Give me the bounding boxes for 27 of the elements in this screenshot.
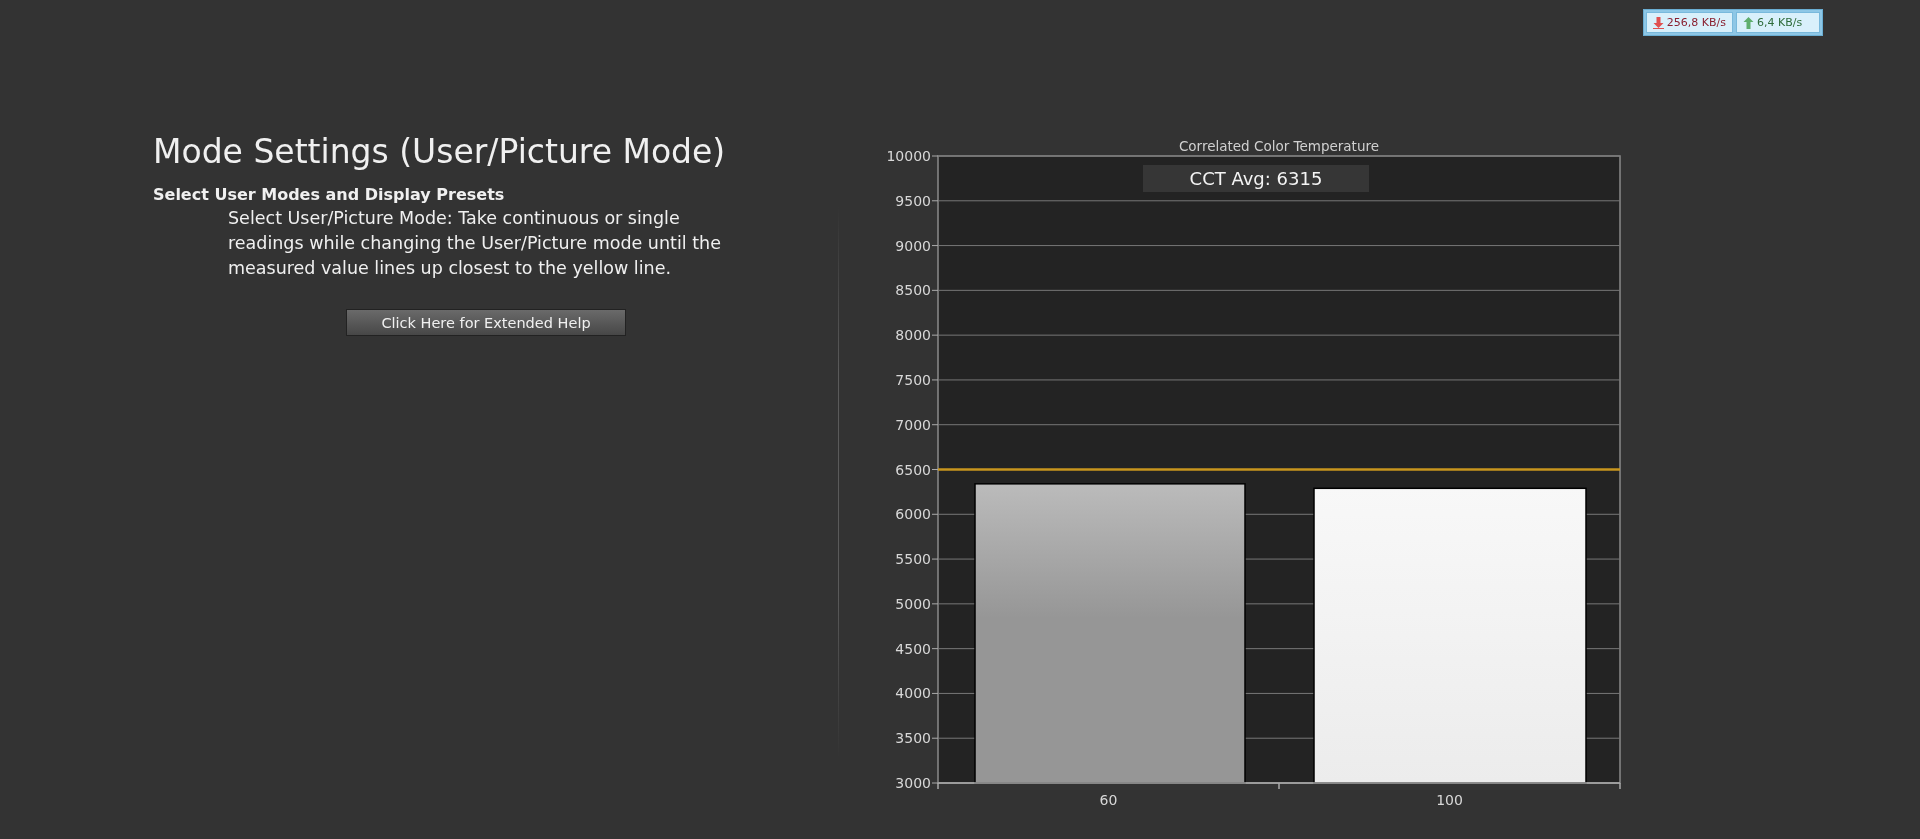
down-arrow-icon	[1652, 16, 1664, 29]
x-tick-label: 60	[1099, 792, 1118, 808]
y-tick-label: 6500	[895, 461, 931, 478]
y-tick-label: 8500	[895, 282, 931, 299]
chart-title: Correlated Color Temperature	[1178, 138, 1380, 154]
up-arrow-icon	[1743, 16, 1754, 29]
y-tick-label: 9500	[895, 192, 931, 209]
download-speed: 256,8 KB/s	[1645, 12, 1733, 33]
section-heading: Select User Modes and Display Presets	[153, 185, 506, 204]
description-text: Select User/Picture Mode: Take continuous or single readings while changing the User/Picture mode until the measured value lines up closest to the yellow line.	[228, 207, 722, 280]
y-tick-label: 5000	[895, 595, 931, 612]
x-tick-label: 100	[1436, 792, 1463, 808]
y-tick-label: 9000	[895, 237, 931, 254]
y-tick-label: 5500	[895, 551, 931, 568]
y-tick-label: 4000	[895, 685, 931, 702]
y-tick-label: 3500	[895, 730, 931, 747]
y-tick-label: 3000	[895, 775, 931, 791]
page-title: Mode Settings (User/Picture Mode)	[153, 132, 727, 171]
extended-help-button[interactable]: Click Here for Extended Help	[346, 309, 626, 336]
y-tick-label: 4500	[895, 640, 931, 657]
y-tick-label: 7500	[895, 371, 931, 388]
y-tick-label: 10000	[886, 148, 931, 164]
upload-speed: 6,4 KB/s	[1736, 12, 1820, 33]
average-label: CCT Avg: 6315	[1143, 165, 1369, 192]
y-tick-label: 7000	[895, 416, 931, 433]
y-tick-label: 6000	[895, 506, 931, 523]
y-tick-label: 8000	[895, 327, 931, 344]
